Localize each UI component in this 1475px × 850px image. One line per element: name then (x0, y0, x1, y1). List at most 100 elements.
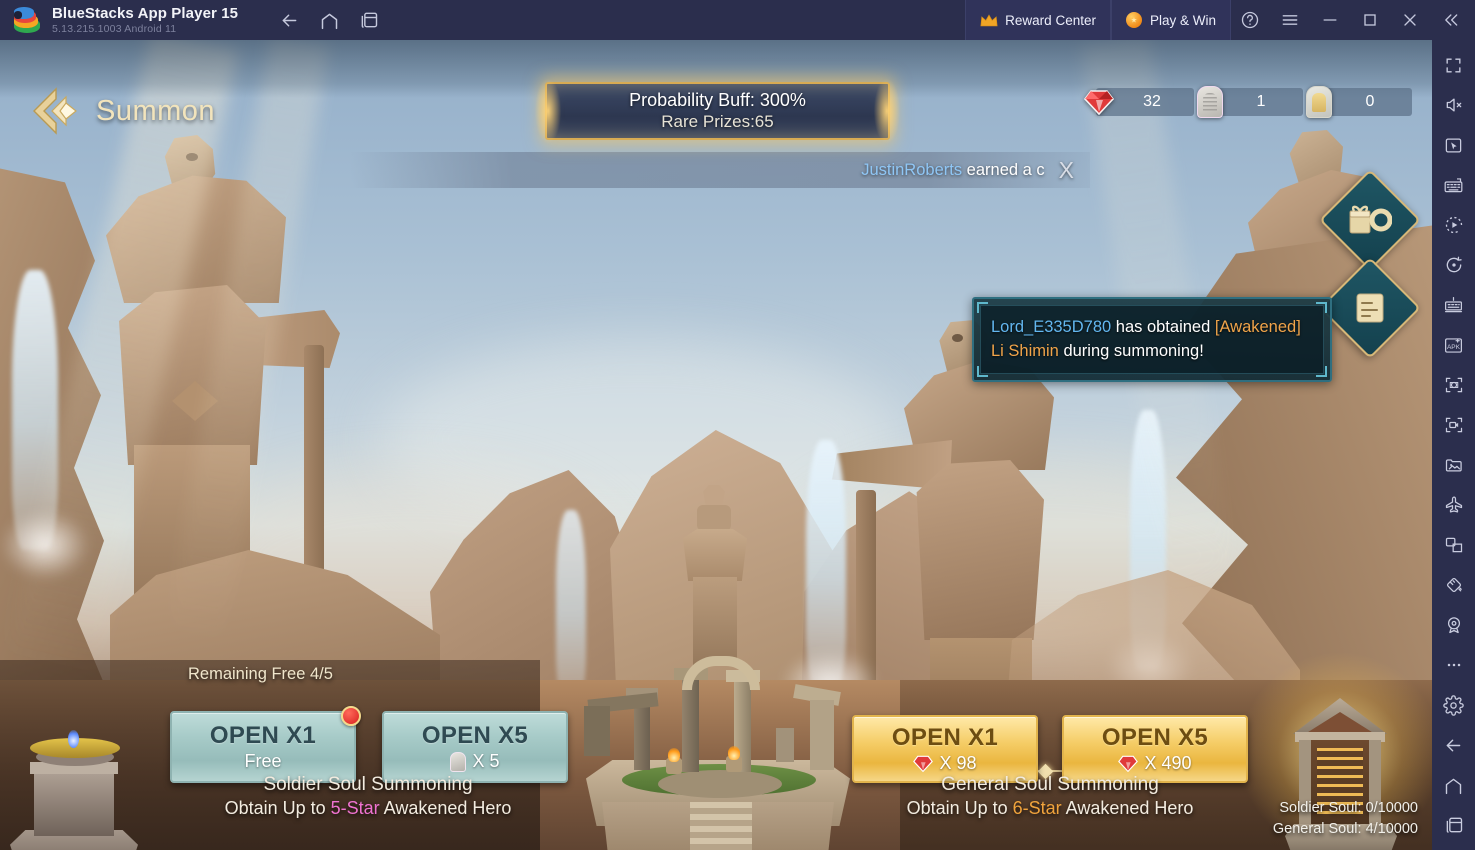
sidebar-item-screenshot[interactable] (1436, 368, 1472, 402)
toast-line-2: Li Shimin during summoning! (991, 341, 1313, 362)
announcement-bar[interactable]: JustinRoberts earned a c X (350, 152, 1090, 188)
quick-button-summon-records[interactable] (1319, 257, 1421, 359)
close-button[interactable] (1391, 0, 1429, 40)
home-icon (321, 13, 337, 29)
recents-button[interactable] (352, 5, 386, 35)
back-button[interactable] (272, 5, 306, 35)
sidebar-item-shake[interactable] (1436, 568, 1472, 602)
soldier-open-x5-cost: X 5 (472, 751, 500, 771)
general-soul-count: General Soul: 4/10000 (1272, 820, 1418, 837)
close-icon (1404, 14, 1416, 26)
titlebar-nav-buttons (272, 5, 386, 35)
menu-button[interactable] (1271, 0, 1309, 40)
collapse-sidebar-button[interactable] (1431, 0, 1469, 40)
summon-emblem-icon (30, 84, 84, 138)
sidebar-item-real-time-translate[interactable] (1436, 528, 1472, 562)
general-open-x5-button[interactable]: OPEN X5 X 490 (1062, 715, 1248, 783)
general-open-x5-cost-row: X 490 (1118, 753, 1192, 774)
game-viewport[interactable]: Summon Probability Buff: 300% Rare Prize… (0, 40, 1432, 850)
sidebar-item-mute[interactable] (1436, 88, 1472, 122)
sidebar-item-recents[interactable] (1436, 808, 1472, 842)
ruby-gem-icon (1083, 89, 1115, 116)
video-record-icon (1445, 417, 1462, 433)
crown-icon (980, 13, 998, 27)
arrow-left-icon (282, 14, 296, 26)
soldier-open-x5-button[interactable]: OPEN X5 X 5 (382, 711, 568, 783)
sidebar-item-settings[interactable] (1436, 688, 1472, 722)
sidebar-item-more-options[interactable] (1436, 648, 1472, 682)
resource-general-token[interactable]: 0 (1306, 86, 1412, 118)
ruby-gem-icon (913, 755, 934, 773)
resource-gem[interactable]: 32 (1083, 88, 1194, 116)
toast-suffix: during summoning! (1058, 342, 1204, 360)
stone-tablet-icon (1197, 86, 1223, 118)
sidebar-item-home[interactable] (1436, 768, 1472, 802)
general-open-x1-cost: X 98 (939, 753, 977, 773)
play-and-win-button[interactable]: Play & Win (1110, 0, 1231, 40)
general-sub-prefix: Obtain Up to (906, 798, 1013, 818)
bluestacks-sidebar: APK (1432, 40, 1475, 850)
sidebar-item-install-apk[interactable]: APK (1436, 328, 1472, 362)
announcement-text: JustinRoberts earned a c (861, 161, 1044, 180)
general-sub-suffix: Awakened Hero (1061, 798, 1194, 818)
sidebar-item-multi-instance[interactable] (1436, 288, 1472, 322)
maximize-icon (1364, 14, 1376, 26)
minimize-icon (1323, 19, 1337, 21)
translate-icon (1445, 537, 1462, 553)
sidebar-item-record-screen[interactable] (1436, 408, 1472, 442)
resource-soldier-token[interactable]: 1 (1197, 86, 1303, 118)
left-brazier-altar (8, 712, 143, 850)
toast-corner-bl (977, 366, 988, 377)
sidebar-item-macro-recorder[interactable] (1436, 208, 1472, 242)
sidebar-item-keyboard-controls[interactable] (1436, 168, 1472, 202)
soul-counters: Soldier Soul: 0/10000 General Soul: 4/10… (1273, 798, 1418, 840)
toast-mid-text: has obtained (1111, 318, 1215, 337)
toast-line-1: Lord_E335D780 has obtained [Awakened] (991, 317, 1313, 338)
sidebar-item-location[interactable] (1436, 608, 1472, 642)
sidebar-item-fullscreen[interactable] (1436, 48, 1472, 82)
soldier-open-x5-cost-row: X 5 (450, 751, 500, 772)
golden-tablet-icon (1306, 86, 1332, 118)
general-open-x1-button[interactable]: OPEN X1 X 98 (852, 715, 1038, 783)
soldier-open-x1-cost: Free (244, 751, 282, 771)
ellipsis-icon (1447, 663, 1460, 667)
general-open-x1-cost-row: X 98 (913, 753, 977, 774)
notification-badge-dot (341, 706, 361, 726)
bluestacks-window: Summon Probability Buff: 300% Rare Prize… (0, 0, 1475, 850)
stone-tablet-icon (450, 751, 467, 772)
toast-hero-name: Li Shimin (991, 342, 1059, 360)
reward-center-button[interactable]: Reward Center (965, 0, 1111, 40)
cursor-pointer-icon (1445, 138, 1462, 152)
minimize-button[interactable] (1311, 0, 1349, 40)
announcement-close-button[interactable]: X (1059, 157, 1074, 184)
sidebar-item-game-controls[interactable] (1436, 128, 1472, 162)
soldier-open-x1-button[interactable]: OPEN X1 Free (170, 706, 361, 783)
sidebar-item-eco-mode[interactable] (1436, 488, 1472, 522)
home-button[interactable] (312, 5, 346, 35)
distant-statue (675, 485, 755, 665)
quick-button-rewards-chest[interactable] (1319, 169, 1421, 271)
gear-icon (1443, 694, 1464, 716)
sidebar-item-rotate[interactable] (1436, 248, 1472, 282)
soldier-sub-suffix: Awakened Hero (379, 798, 512, 818)
toast-corner-tl (977, 302, 988, 313)
scroll-record-icon (1334, 272, 1406, 344)
location-pin-icon (1447, 617, 1460, 634)
fullscreen-icon (1446, 57, 1461, 73)
sidebar-item-media-manager[interactable] (1436, 448, 1472, 482)
hamburger-menu-icon (1282, 15, 1298, 25)
apk-install-icon: APK (1445, 337, 1462, 353)
soldier-sub-prefix: Obtain Up to (224, 798, 331, 818)
remaining-free-label: Remaining Free 4/5 (188, 665, 333, 683)
general-pool-label: General Soul Summoning Obtain Up to 6-St… (840, 774, 1260, 819)
soldier-open-x1-label: OPEN X1 (209, 722, 317, 749)
toast-player-name: Lord_E335D780 (991, 318, 1112, 337)
soldier-pool-label: Soldier Soul Summoning Obtain Up to 5-St… (158, 774, 578, 819)
announcement-body: earned a c (962, 160, 1045, 179)
buff-rare-prizes-text: Rare Prizes:65 (661, 112, 774, 131)
sidebar-item-back[interactable] (1436, 728, 1472, 762)
maximize-button[interactable] (1351, 0, 1389, 40)
announcement-user: JustinRoberts (861, 160, 963, 179)
help-button[interactable] (1231, 0, 1269, 40)
app-title: BlueStacks App Player 15 (52, 4, 239, 22)
